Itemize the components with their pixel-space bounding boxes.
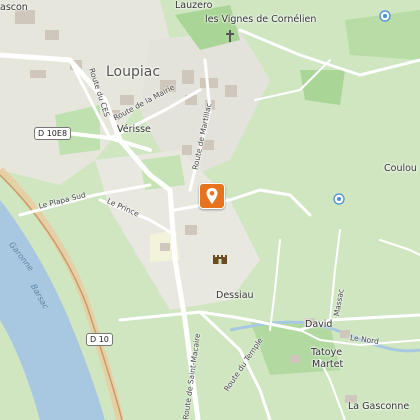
place-label-dessiau: Dessiau <box>216 290 254 301</box>
location-pin-glyph <box>206 188 218 204</box>
forest-patch <box>300 70 345 105</box>
castle-icon[interactable] <box>212 251 228 269</box>
location-pin-icon[interactable] <box>199 183 225 209</box>
place-label-verisse: Vérisse <box>117 124 151 135</box>
viewpoint-icon[interactable] <box>379 9 391 27</box>
road-shield-d10: D 10 <box>86 333 113 346</box>
church-icon[interactable] <box>225 29 235 47</box>
road-shield-d10e8: D 10E8 <box>34 127 72 140</box>
place-label-martet: Martet <box>312 359 344 370</box>
map-base-layer <box>0 0 420 420</box>
place-label-david: David <box>305 319 333 330</box>
place-label-coulou: Coulou <box>384 163 417 174</box>
place-label-lauzero: Lauzero <box>175 0 213 11</box>
place-label-tatoye: Tatoye <box>311 347 343 358</box>
place-label-vignes-cornelien: les Vignes de Cornélien <box>205 14 317 25</box>
place-label-la-gasconne: La Gasconne <box>348 401 410 412</box>
map-canvas[interactable]: ascon Lauzero les Vignes de Cornélien Lo… <box>0 0 420 420</box>
place-label-ascon: ascon <box>0 2 28 13</box>
place-label-loupiac: Loupiac <box>106 64 161 80</box>
viewpoint-icon[interactable] <box>333 192 345 210</box>
